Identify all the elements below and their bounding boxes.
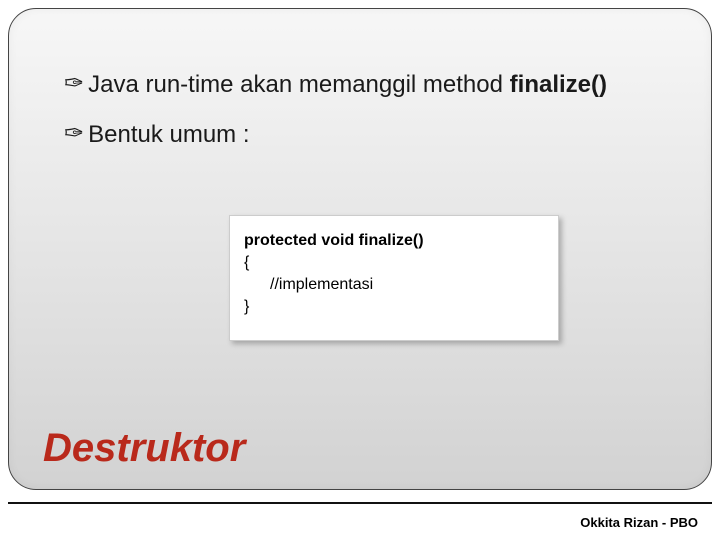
code-open-brace: { (244, 252, 544, 274)
slide-frame: ✑ Java run-time akan memanggil method fi… (8, 8, 712, 490)
code-body: //implementasi (244, 274, 544, 296)
footer-text: Okkita Rizan - PBO (580, 515, 698, 530)
code-signature: protected void finalize() (244, 230, 544, 252)
bullet-prefix: Bentuk umum : (88, 121, 249, 148)
bullet-prefix: Java run-time akan memanggil method (88, 71, 510, 98)
bullet-text: Bentuk umum : (88, 119, 249, 151)
slide-title: Destruktor (43, 426, 245, 471)
code-close-brace: } (244, 296, 544, 318)
code-box: protected void finalize() { //implementa… (229, 215, 559, 341)
bullet-item: ✑ Java run-time akan memanggil method fi… (64, 69, 671, 101)
bullet-icon: ✑ (64, 69, 84, 99)
bullet-strong: finalize() (510, 71, 607, 98)
bullet-icon: ✑ (64, 119, 84, 149)
slide-body: ✑ Java run-time akan memanggil method fi… (64, 69, 671, 169)
bullet-item: ✑ Bentuk umum : (64, 119, 671, 151)
bullet-text: Java run-time akan memanggil method fina… (88, 69, 607, 101)
divider (8, 502, 712, 504)
